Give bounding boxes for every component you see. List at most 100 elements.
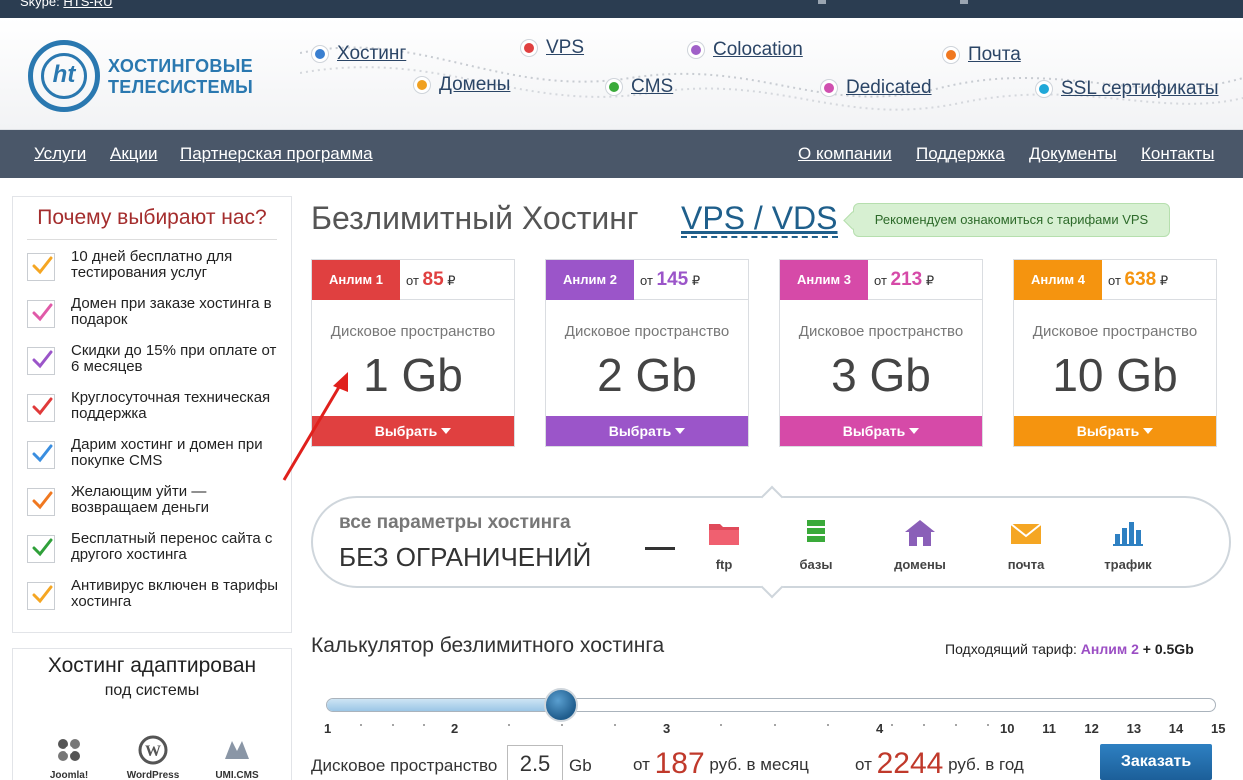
plan-name[interactable]: Анлим 3: [780, 260, 868, 300]
matching-plan-label: Подходящий тариф:: [945, 641, 1077, 657]
plan-price: от 213 ₽: [874, 269, 934, 291]
slider-tick-mark: [826, 724, 829, 726]
why-us-text: Желающим уйти — возвращаем деньги: [71, 483, 210, 516]
nav-support[interactable]: Поддержка: [916, 144, 1005, 164]
feature-label: ftp: [715, 557, 733, 572]
slider-tick-label[interactable]: 2: [451, 721, 458, 736]
plan-price-from: от: [406, 273, 419, 288]
topnav-colocation[interactable]: Colocation: [688, 39, 803, 61]
monthly-price: 187: [654, 747, 705, 780]
slider-tick-mark: [890, 724, 893, 726]
topnav-domains[interactable]: Домены: [414, 74, 510, 96]
nav-partner[interactable]: Партнерская программа: [180, 144, 373, 164]
why-us-text: 10 дней бесплатно для тестирования услуг: [71, 248, 233, 281]
slider-tick-label[interactable]: 11: [1042, 721, 1056, 736]
why-us-text: Скидки до 15% при оплате от 6 месяцев: [71, 342, 277, 375]
bar-chart-icon: [1113, 522, 1143, 546]
topnav-label: CMS: [631, 76, 674, 97]
topnav-ssl[interactable]: SSL сертификаты: [1036, 78, 1219, 100]
plan-name[interactable]: Анлим 1: [312, 260, 400, 300]
nav-about[interactable]: О компании: [798, 144, 892, 164]
features-banner: все параметры хостинга БЕЗ ОГРАНИЧЕНИЙ f…: [311, 485, 1231, 599]
topnav-label: VPS: [546, 37, 585, 58]
disk-space-input[interactable]: [507, 745, 563, 780]
topnav-label: Почта: [968, 44, 1021, 65]
nav-services[interactable]: Услуги: [34, 144, 86, 164]
slider-tick-label[interactable]: 13: [1127, 721, 1141, 736]
slider-tick-label[interactable]: 1: [324, 721, 331, 736]
skype-link[interactable]: HTS-RU: [63, 0, 112, 9]
nav-documents[interactable]: Документы: [1029, 144, 1117, 164]
topnav-dedicated[interactable]: Dedicated: [821, 77, 932, 99]
monthly-unit: руб. в месяц: [709, 755, 809, 774]
slider-tick-label[interactable]: 4: [876, 721, 883, 736]
plan-name[interactable]: Анлим 2: [546, 260, 634, 300]
disk-space-label: Дисковое пространство: [311, 756, 498, 775]
plan-disk-label: Дисковое пространство: [1032, 323, 1198, 340]
wordpress-logo[interactable]: W WordPress: [119, 735, 187, 780]
slider-tick-label[interactable]: 3: [663, 721, 670, 736]
cms-adapted-panel: Хостинг адаптирован под системы Joomla! …: [12, 648, 292, 780]
feature-label: почта: [1007, 557, 1045, 572]
cms-name: WordPress: [126, 770, 180, 780]
feature-db: базы: [781, 518, 851, 572]
disk-slider-track[interactable]: [326, 698, 1216, 712]
plan-price-value: 85: [422, 269, 444, 290]
yearly-price: 2244: [876, 747, 944, 780]
order-button[interactable]: Заказать: [1100, 744, 1212, 780]
vps-link[interactable]: VPS / VDS: [681, 200, 838, 238]
nav-contacts[interactable]: Контакты: [1141, 144, 1214, 164]
plan-price: от 638 ₽: [1108, 269, 1168, 291]
plan-disk-label: Дисковое пространство: [330, 323, 496, 340]
slider-tick-mark: [922, 724, 925, 726]
logo-text[interactable]: ХОСТИНГОВЫЕ ТЕЛЕСИСТЕМЫ: [108, 56, 253, 98]
cms-name: UMI.CMS: [215, 770, 259, 780]
disk-slider-handle[interactable]: [544, 688, 578, 722]
bullet-icon: [606, 79, 622, 95]
envelope-icon: [1010, 523, 1042, 544]
topnav-cms[interactable]: CMS: [606, 76, 673, 98]
slider-tick-label[interactable]: 10: [1000, 721, 1014, 736]
slider-tick-mark: [423, 724, 426, 726]
slider-tick-mark: [614, 724, 616, 726]
nav-promo[interactable]: Акции: [110, 144, 158, 164]
feature-label: трафик: [1104, 557, 1152, 572]
topnav-label: Dedicated: [846, 77, 932, 98]
plan-select-button[interactable]: Выбрать: [780, 416, 982, 446]
why-us-text: Бесплатный перенос сайта с другого хости…: [71, 530, 273, 563]
topnav-hosting[interactable]: Хостинг: [312, 43, 406, 65]
header: ht ХОСТИНГОВЫЕ ТЕЛЕСИСТЕМЫ Хостинг Домен…: [0, 18, 1243, 130]
plan-select-button[interactable]: Выбрать: [546, 416, 748, 446]
slider-tick-label[interactable]: 15: [1211, 721, 1225, 736]
why-us-title: Почему выбирают нас?: [37, 206, 267, 229]
umicms-logo[interactable]: UMI.CMS: [207, 735, 267, 780]
checkmark-icon: [32, 444, 53, 463]
house-icon: [905, 520, 935, 546]
cms-adapted-subtitle: под системы: [104, 682, 200, 699]
slider-tick-label[interactable]: 14: [1169, 721, 1183, 736]
matching-plan-name[interactable]: Анлим 2: [1081, 641, 1139, 657]
plan-price-value: 145: [656, 269, 689, 290]
divider: [400, 299, 514, 300]
plan-disk-size: 3 Gb: [831, 349, 931, 401]
joomla-logo[interactable]: Joomla!: [39, 735, 99, 780]
logo[interactable]: ht: [28, 40, 100, 112]
notch: [760, 485, 784, 509]
why-us-text: Дарим хостинг и домен при покупке CMS: [71, 436, 263, 469]
plan-price-from: от: [640, 273, 653, 288]
why-us-item: Дарим хостинг и домен при покупке CMS: [27, 435, 287, 475]
slider-tick-label[interactable]: 12: [1084, 721, 1098, 736]
main-nav: Услуги Акции Партнерская программа О ком…: [0, 130, 1243, 178]
plan-name[interactable]: Анлим 4: [1014, 260, 1102, 300]
vps-recommend-tooltip[interactable]: Рекомендуем ознакомиться с тарифами VPS: [853, 203, 1170, 237]
topnav-vps[interactable]: VPS: [521, 37, 584, 59]
plan-select-button[interactable]: Выбрать: [1014, 416, 1216, 446]
plan-currency: ₽: [691, 273, 701, 288]
topnav-mail[interactable]: Почта: [943, 44, 1021, 66]
dropdown-arrow-icon: [909, 428, 920, 434]
slider-tick-mark: [954, 724, 957, 726]
plan-price-value: 638: [1124, 269, 1157, 290]
bullet-icon: [821, 80, 837, 96]
matching-plan-extra: + 0.5Gb: [1142, 641, 1194, 657]
divider: [868, 299, 982, 300]
